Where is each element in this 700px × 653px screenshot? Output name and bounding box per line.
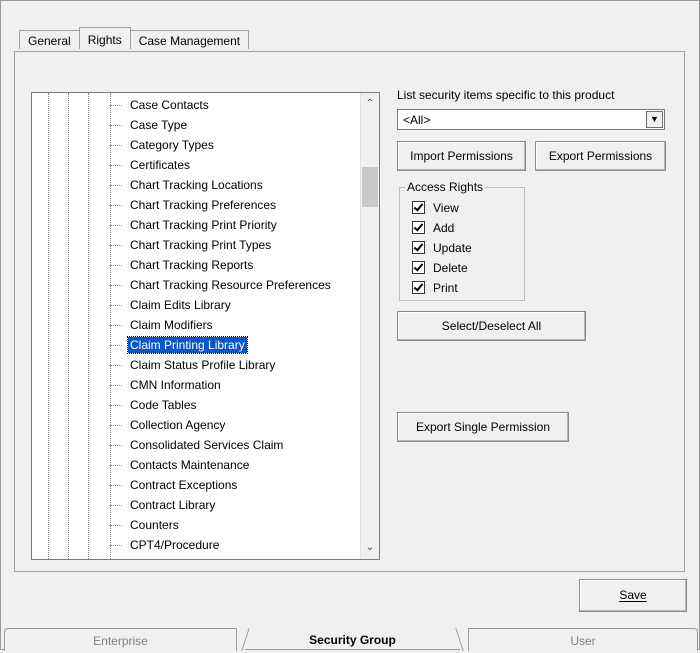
select-deselect-all-button[interactable]: Select/Deselect All — [397, 311, 586, 341]
checkbox-checked-icon[interactable] — [412, 241, 425, 254]
tab-case-management[interactable]: Case Management — [129, 30, 250, 49]
save-button-label: Save — [619, 588, 647, 602]
tree-item[interactable]: CPT4/Procedure — [110, 535, 333, 555]
tree-items: Case Contacts Case Type Category Types C… — [110, 95, 333, 555]
tree-vertical-scrollbar[interactable]: ⌃ ⌄ — [360, 93, 379, 559]
scroll-up-arrow-icon[interactable]: ⌃ — [361, 95, 379, 113]
tab-security-group[interactable]: Security Group — [231, 628, 474, 651]
tree-item[interactable]: Chart Tracking Print Types — [110, 235, 333, 255]
tree-item[interactable]: Chart Tracking Reports — [110, 255, 333, 275]
tree-item[interactable]: Chart Tracking Locations — [110, 175, 333, 195]
update-checkbox[interactable]: Update — [412, 238, 472, 258]
tree-item[interactable]: Category Types — [110, 135, 333, 155]
tree-item[interactable]: Counters — [110, 515, 333, 535]
scroll-thumb[interactable] — [362, 167, 378, 207]
view-checkbox[interactable]: View — [412, 198, 459, 218]
checkbox-checked-icon[interactable] — [412, 281, 425, 294]
bottom-tab-strip: Enterprise Security Group User — [1, 628, 700, 651]
tree-item[interactable]: Consolidated Services Claim — [110, 435, 333, 455]
list-security-label: List security items specific to this pro… — [397, 88, 615, 102]
dropdown-arrow-icon[interactable]: ▼ — [646, 111, 663, 128]
checkbox-checked-icon[interactable] — [412, 201, 425, 214]
tab-user[interactable]: User — [468, 628, 698, 651]
access-rights-group: Access Rights View Add Update Delete Pri… — [399, 180, 525, 301]
tree-item[interactable]: CMN Information — [110, 375, 333, 395]
security-items-tree[interactable]: Case Contacts Case Type Category Types C… — [31, 92, 380, 560]
tree-item[interactable]: Claim Modifiers — [110, 315, 333, 335]
print-checkbox[interactable]: Print — [412, 278, 458, 298]
security-filter-dropdown[interactable]: <All> ▼ — [397, 109, 665, 130]
tree-item[interactable]: Contract Exceptions — [110, 475, 333, 495]
tree-item[interactable]: Claim Edits Library — [110, 295, 333, 315]
tree-item-selected[interactable]: Claim Printing Library — [110, 335, 333, 355]
tab-rights[interactable]: Rights — [78, 27, 131, 49]
tree-item[interactable]: Chart Tracking Print Priority — [110, 215, 333, 235]
security-filter-value: <All> — [403, 113, 431, 127]
tree-item[interactable]: Collection Agency — [110, 415, 333, 435]
tree-item[interactable]: Contacts Maintenance — [110, 455, 333, 475]
export-single-permission-button[interactable]: Export Single Permission — [397, 412, 569, 442]
tree-item[interactable]: Code Tables — [110, 395, 333, 415]
add-checkbox[interactable]: Add — [412, 218, 454, 238]
export-permissions-button[interactable]: Export Permissions — [535, 141, 666, 171]
tree-item[interactable]: Case Contacts — [110, 95, 333, 115]
tree-item[interactable]: Chart Tracking Resource Preferences — [110, 275, 333, 295]
tree-guide-line — [48, 93, 49, 559]
tab-enterprise[interactable]: Enterprise — [4, 628, 237, 651]
save-button[interactable]: Save — [579, 579, 687, 612]
window: General Rights Case Management Case Cont… — [0, 0, 700, 651]
delete-checkbox[interactable]: Delete — [412, 258, 468, 278]
top-tab-strip: General Rights Case Management — [19, 27, 250, 52]
tree-item[interactable]: Case Type — [110, 115, 333, 135]
tree-item[interactable]: Contract Library — [110, 495, 333, 515]
scroll-down-arrow-icon[interactable]: ⌄ — [361, 539, 379, 557]
tree-item[interactable]: Certificates — [110, 155, 333, 175]
access-rights-title: Access Rights — [405, 180, 486, 194]
checkbox-checked-icon[interactable] — [412, 221, 425, 234]
tree-guide-line — [88, 93, 89, 559]
checkbox-checked-icon[interactable] — [412, 261, 425, 274]
tree-item[interactable]: Claim Status Profile Library — [110, 355, 333, 375]
tree-item[interactable]: Chart Tracking Preferences — [110, 195, 333, 215]
import-permissions-button[interactable]: Import Permissions — [397, 141, 526, 171]
tree-guide-line — [68, 93, 69, 559]
tab-general[interactable]: General — [19, 30, 80, 49]
